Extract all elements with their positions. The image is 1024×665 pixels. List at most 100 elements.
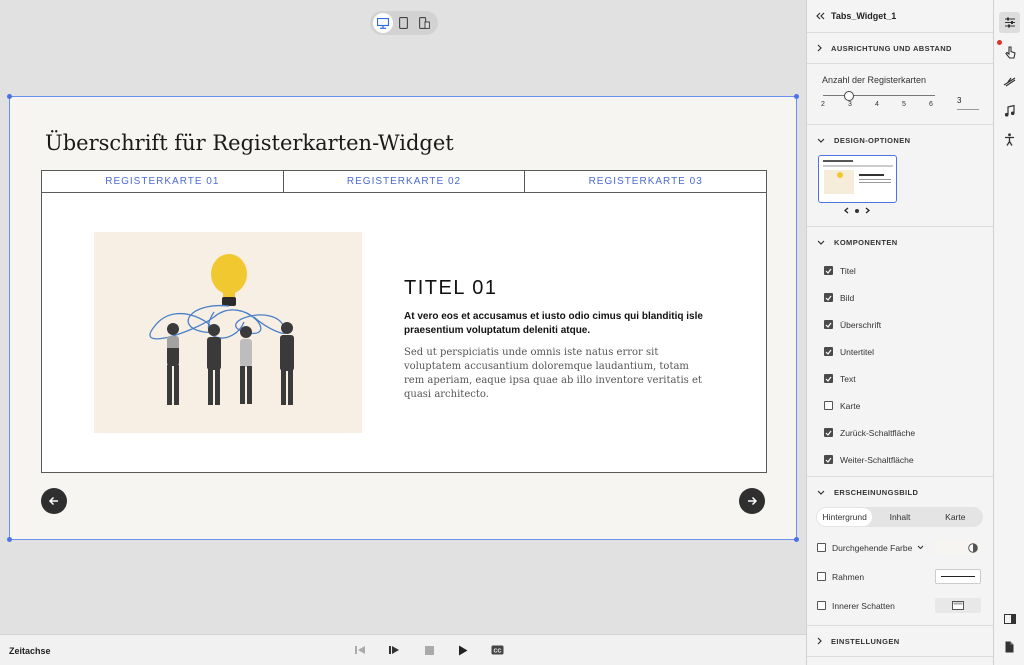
next-button[interactable] xyxy=(739,488,765,514)
checkbox[interactable] xyxy=(817,572,826,581)
tab-count-label: Anzahl der Registerkarten xyxy=(822,75,927,85)
rewind-button[interactable] xyxy=(352,643,368,657)
step-forward-button[interactable] xyxy=(386,643,402,657)
arrow-left-icon xyxy=(48,496,58,506)
mobile-icon xyxy=(419,17,431,29)
appearance-tab-content[interactable]: Inhalt xyxy=(872,508,927,526)
checkbox[interactable] xyxy=(824,455,833,464)
solid-fill-label: Durchgehende Farbe xyxy=(832,542,913,553)
checkbox[interactable] xyxy=(824,293,833,302)
tablet-view-button[interactable] xyxy=(394,13,414,33)
panel-subtitle[interactable]: At vero eos et accusamus et iusto odio c… xyxy=(404,310,704,338)
pager-dot xyxy=(855,208,859,213)
resize-handle[interactable] xyxy=(794,537,799,542)
desktop-view-button[interactable] xyxy=(373,13,394,33)
back-button[interactable] xyxy=(41,488,67,514)
tab-02[interactable]: REGISTERKARTE 02 xyxy=(283,171,526,192)
component-toggle-image[interactable]: Bild xyxy=(807,284,993,311)
solid-fill-row: Durchgehende Farbe xyxy=(807,533,993,562)
component-label: Text xyxy=(840,373,856,384)
design-thumbnail[interactable] xyxy=(818,155,897,203)
settings-header[interactable]: EINSTELLUNGEN xyxy=(807,626,993,656)
component-toggle-heading[interactable]: Überschrift xyxy=(807,311,993,338)
chevron-down-icon[interactable] xyxy=(917,545,924,550)
chevron-right-icon[interactable] xyxy=(865,207,870,214)
panel-body-text[interactable]: Sed ut perspiciatis unde omnis iste natu… xyxy=(404,346,704,402)
checkbox[interactable] xyxy=(817,601,826,610)
component-toggle-next-button[interactable]: Weiter-Schaltfläche xyxy=(807,446,993,473)
stop-button[interactable] xyxy=(421,643,437,657)
skip-back-icon xyxy=(355,646,365,654)
section-label: KOMPONENTEN xyxy=(834,237,898,247)
tick-label: 5 xyxy=(902,101,906,108)
document-rail-button[interactable] xyxy=(999,636,1020,657)
play-icon xyxy=(459,645,468,655)
alignment-section-header[interactable]: AUSRICHTUNG UND ABSTAND xyxy=(807,33,993,63)
components-header[interactable]: KOMPONENTEN xyxy=(807,227,993,257)
accessibility-icon xyxy=(1005,133,1014,146)
chevron-left-icon[interactable] xyxy=(844,207,849,214)
component-toggle-card[interactable]: Karte xyxy=(807,392,993,419)
resize-handle[interactable] xyxy=(794,94,799,99)
inner-shadow-label: Innerer Schatten xyxy=(832,600,895,611)
checkbox[interactable] xyxy=(824,374,833,383)
component-toggle-subtitle[interactable]: Untertitel xyxy=(807,338,993,365)
pointer-touch-icon xyxy=(1004,46,1016,59)
properties-header: Tabs_Widget_1 xyxy=(807,0,993,33)
tab-01[interactable]: REGISTERKARTE 01 xyxy=(42,171,284,192)
accessibility-rail-button[interactable] xyxy=(999,129,1020,150)
checkbox[interactable] xyxy=(824,347,833,356)
widget-heading[interactable]: Überschrift für Registerkarten-Widget xyxy=(45,131,454,155)
panel-title[interactable]: TITEL 01 xyxy=(404,277,704,300)
properties-panel: Tabs_Widget_1 AUSRICHTUNG UND ABSTAND An… xyxy=(806,0,993,665)
checkbox[interactable] xyxy=(824,401,833,410)
design-pager xyxy=(807,207,907,214)
animations-rail-button[interactable] xyxy=(999,71,1020,92)
border-style-swatch[interactable] xyxy=(935,569,981,584)
inner-shadow-row: Innerer Schatten xyxy=(807,591,993,620)
component-toggle-title[interactable]: Titel xyxy=(807,257,993,284)
app-window: Überschrift für Registerkarten-Widget RE… xyxy=(0,0,1024,665)
component-label: Zurück-Schaltfläche xyxy=(840,427,916,438)
appearance-header[interactable]: ERSCHEINUNGSBILD xyxy=(807,477,993,507)
design-options-header[interactable]: DESIGN-OPTIONEN xyxy=(807,125,993,155)
checkbox[interactable] xyxy=(824,266,833,275)
device-preview-toggle xyxy=(370,11,438,35)
mobile-view-button[interactable] xyxy=(415,13,435,33)
tabs-widget-slide[interactable]: Überschrift für Registerkarten-Widget RE… xyxy=(7,94,799,542)
lightbulb-people-illustration xyxy=(149,254,294,405)
panel-image[interactable] xyxy=(94,232,362,433)
shadow-box-icon xyxy=(952,601,964,610)
double-chevron-left-icon[interactable] xyxy=(816,12,825,20)
properties-rail-button[interactable] xyxy=(999,12,1020,33)
appearance-tab-background[interactable]: Hintergrund xyxy=(817,508,873,526)
audio-rail-button[interactable] xyxy=(999,100,1020,121)
checkbox[interactable] xyxy=(817,543,826,552)
tab-count-section: Anzahl der Registerkarten 2 3 4 5 6 3 xyxy=(807,64,993,125)
tab-count-slider-track[interactable] xyxy=(823,95,935,96)
alignment-section: AUSRICHTUNG UND ABSTAND xyxy=(807,33,993,64)
tab-count-input[interactable]: 3 xyxy=(957,96,979,110)
resize-handle[interactable] xyxy=(7,537,12,542)
sliders-icon xyxy=(1004,17,1015,28)
captions-button[interactable]: CC xyxy=(489,643,505,657)
interactions-rail-button[interactable] xyxy=(999,42,1020,63)
section-label: EINSTELLUNGEN xyxy=(831,636,900,646)
tab-count-slider-thumb[interactable] xyxy=(844,91,854,101)
appearance-section: ERSCHEINUNGSBILD Hintergrund Inhalt Kart… xyxy=(807,477,993,626)
component-toggle-text[interactable]: Text xyxy=(807,365,993,392)
tick-label: 4 xyxy=(875,101,879,108)
widget-name: Tabs_Widget_1 xyxy=(831,11,897,21)
component-toggle-back-button[interactable]: Zurück-Schaltfläche xyxy=(807,419,993,446)
panel-toggle-rail-button[interactable] xyxy=(999,608,1020,629)
tab-03[interactable]: REGISTERKARTE 03 xyxy=(525,171,767,192)
resize-handle[interactable] xyxy=(7,94,12,99)
tool-rail xyxy=(993,0,1024,665)
checkbox[interactable] xyxy=(824,320,833,329)
chevron-right-icon xyxy=(817,44,822,52)
play-button[interactable] xyxy=(455,643,471,657)
appearance-tab-card[interactable]: Karte xyxy=(928,508,983,526)
inner-shadow-swatch[interactable] xyxy=(935,598,981,613)
checkbox[interactable] xyxy=(824,428,833,437)
fill-color-swatch[interactable] xyxy=(935,540,981,555)
